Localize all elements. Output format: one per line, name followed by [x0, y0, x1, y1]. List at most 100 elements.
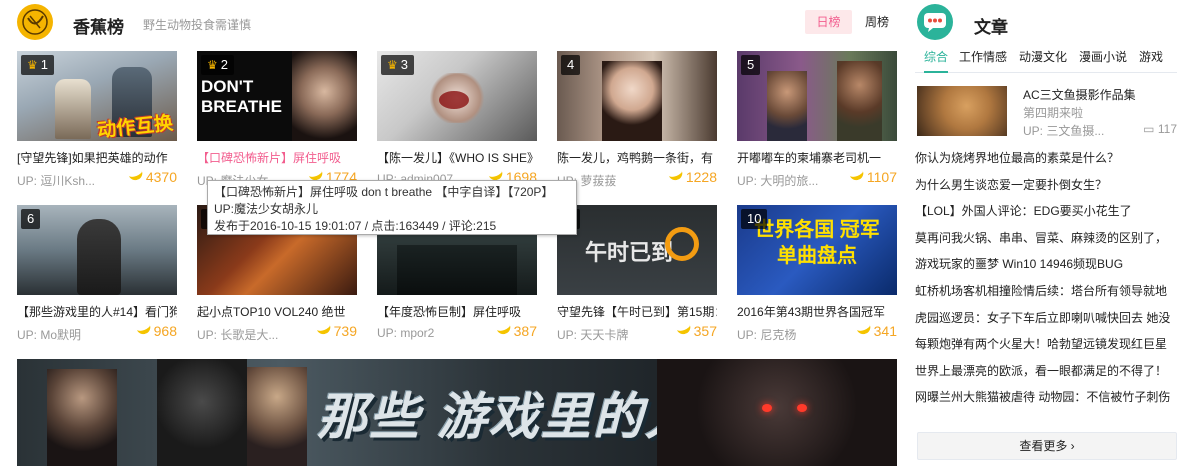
video-title[interactable]: [守望先锋]如果把英雄的动作: [17, 149, 177, 166]
list-item[interactable]: 为什么男生谈恋爱一定要扑倒女生？: [915, 177, 1177, 204]
video-card[interactable]: ♛ 3 【陈一发儿】《WHO IS SHE》 UP: admin007 1698: [377, 51, 537, 201]
banana-icon: [855, 321, 872, 337]
list-item[interactable]: 游戏玩家的噩梦 Win10 14946频现BUG: [915, 256, 1177, 283]
list-item[interactable]: 【LOL】外国人评论：EDG要买小花生了: [915, 203, 1177, 230]
rank-badge: 5: [741, 55, 761, 75]
red-eye-right: [797, 404, 807, 412]
list-item[interactable]: 你认为烧烤界地位最高的素菜是什么？: [915, 150, 1177, 177]
video-title[interactable]: 【年度恐怖巨制】屏住呼吸: [377, 303, 537, 320]
crown-icon: ♛: [387, 58, 398, 72]
list-item[interactable]: 虹桥机场客机相撞险情后续：塔台所有领导就地: [915, 283, 1177, 310]
list-item[interactable]: 世界上最漂亮的欧派，看一眼都满足的不得了！: [915, 363, 1177, 390]
video-uploader[interactable]: UP: 大明的旅...: [737, 172, 837, 189]
video-thumbnail[interactable]: [17, 205, 177, 295]
list-item[interactable]: 网曝兰州大熊猫被虐待 动物园：不信被竹子刺伤: [915, 389, 1177, 416]
video-card[interactable]: 午时已到 9 守望先锋【午时已到】第15期： UP: 天天卡牌 357: [557, 205, 717, 355]
video-title[interactable]: 开嘟嘟车的柬埔寨老司机一: [737, 149, 897, 166]
video-card[interactable]: 6 【那些游戏里的人#14】看门狗 UP: Mo默明 968: [17, 205, 177, 355]
video-title[interactable]: 守望先锋【午时已到】第15期：: [557, 303, 717, 320]
video-title[interactable]: 【陈一发儿】《WHO IS SHE》: [377, 149, 537, 166]
rank-badge: 6: [21, 209, 41, 229]
rank-badge: 10: [741, 209, 768, 229]
video-uploader[interactable]: UP: 尼克杨: [737, 326, 837, 343]
tab-general[interactable]: 综合: [924, 49, 949, 73]
tooltip-stats: 发布于2016-10-15 19:01:07 / 点击:163449 / 评论:…: [214, 219, 497, 233]
rank-badge: 4: [561, 55, 581, 75]
articles-header: 文章: [917, 4, 1177, 40]
banner-title: 那些 游戏里的人: [317, 389, 697, 445]
banana-icon: [127, 167, 145, 183]
video-uploader[interactable]: UP: mpor2: [377, 326, 477, 340]
featured-uploader[interactable]: UP: 三文鱼摄...: [1023, 122, 1104, 139]
articles-title: 文章: [974, 18, 1008, 37]
banana-count: 4370: [127, 167, 177, 185]
video-card[interactable]: 世界各国 冠军单曲盘点 10 2016年第43期世界各国冠军 UP: 尼克杨 3…: [737, 205, 897, 355]
video-title[interactable]: 【那些游戏里的人#14】看门狗: [17, 303, 177, 320]
ranking-header: 香蕉榜 野生动物投食需谨慎 日榜 周榜: [17, 4, 897, 40]
video-uploader[interactable]: UP: 天天卡牌: [557, 326, 657, 343]
tooltip-uploader: UP:魔法少女胡永儿: [214, 202, 319, 216]
banana-ranking-section: 香蕉榜 野生动物投食需谨慎 日榜 周榜 动作互换 ♛ 1 [守望先锋]如果把英雄的…: [0, 0, 900, 466]
video-title[interactable]: 【口碑恐怖新片】屏住呼吸: [197, 149, 357, 166]
view-more-button[interactable]: 查看更多 ›: [917, 432, 1177, 460]
video-card[interactable]: 4 陈一发儿，鸡鸭鹅一条街，有 UP: 萝菝菝 1228: [557, 51, 717, 201]
thumb-caption: 动作互换: [96, 113, 175, 141]
crown-icon: ♛: [207, 58, 218, 72]
banana-count: 739: [315, 321, 357, 339]
tooltip-title: 【口碑恐怖新片】屏住呼吸 don t breathe 【中字自译】【720P】: [214, 185, 554, 199]
video-card[interactable]: 5 开嘟嘟车的柬埔寨老司机一 UP: 大明的旅... 1107: [737, 51, 897, 201]
video-thumbnail[interactable]: 午时已到: [557, 205, 717, 295]
video-card[interactable]: 动作互换 ♛ 1 [守望先锋]如果把英雄的动作 UP: 逗川Ksh... 4370: [17, 51, 177, 201]
video-title[interactable]: 2016年第43期世界各国冠军: [737, 303, 897, 320]
banana-icon: [315, 321, 332, 337]
banana-icon: [667, 167, 685, 183]
featured-article[interactable]: AC三文鱼摄影作品集 第四期来啦 UP: 三文鱼摄... ▭ 117: [917, 86, 1177, 139]
comment-icon: ▭: [1143, 122, 1155, 136]
banana-count: 387: [495, 321, 537, 339]
video-uploader[interactable]: UP: 逗川Ksh...: [17, 172, 117, 189]
thumb-caption: DON'T BREATHE: [201, 77, 282, 116]
video-tooltip: 【口碑恐怖新片】屏住呼吸 don t breathe 【中字自译】【720P】 …: [207, 180, 577, 235]
video-uploader[interactable]: UP: Mo默明: [17, 326, 117, 343]
tab-comic-novel[interactable]: 漫画小说: [1079, 49, 1127, 73]
tab-weekly[interactable]: 周榜: [862, 10, 892, 34]
tab-games[interactable]: 游戏: [1139, 49, 1163, 73]
ranking-subtitle: 野生动物投食需谨慎: [143, 18, 252, 32]
banana-count: 1228: [667, 167, 717, 185]
banana-count: 968: [135, 321, 177, 339]
featured-comments: ▭ 117: [1143, 122, 1177, 136]
banana-count: 357: [675, 321, 717, 339]
list-item[interactable]: 每颗炮弹有两个火星大！哈勃望远镜发现红巨星: [915, 336, 1177, 363]
chat-bubble-icon: [917, 4, 953, 40]
banana-icon: [848, 167, 866, 183]
banana-icon: [675, 321, 692, 337]
chevron-right-icon: ›: [1070, 439, 1075, 453]
video-card[interactable]: DON'T BREATHE ♛2 【口碑恐怖新片】屏住呼吸 UP: 魔法少女..…: [197, 51, 357, 201]
video-uploader[interactable]: UP: 长歌是大...: [197, 326, 297, 343]
list-item[interactable]: 虎园巡逻员：女子下车后立即喇叭喊快回去 她没: [915, 310, 1177, 337]
video-title[interactable]: 起小点TOP10 VOL240 绝世: [197, 303, 357, 320]
articles-section: 文章 综合 工作情感 动漫文化 漫画小说 游戏 AC三文鱼摄影作品集 第四期来啦…: [915, 0, 1177, 466]
video-title[interactable]: 陈一发儿，鸡鸭鹅一条街，有: [557, 149, 717, 166]
thumb-caption: 世界各国 冠军单曲盘点: [754, 219, 880, 267]
overwatch-logo-icon: [665, 227, 699, 261]
rank-badge: ♛ 2: [201, 55, 234, 75]
banana-count: 341: [855, 321, 897, 339]
promo-banner[interactable]: 那些 游戏里的人: [17, 359, 897, 466]
video-thumbnail[interactable]: [557, 51, 717, 141]
banana-icon: [495, 321, 512, 337]
thumb-caption: 午时已到: [585, 240, 674, 265]
featured-subtitle: 第四期来啦: [1023, 106, 1084, 120]
tab-daily[interactable]: 日榜: [805, 10, 852, 34]
banana-icon: [135, 321, 152, 337]
banana-count: 1107: [848, 167, 897, 185]
banana-logo-icon: [17, 4, 53, 40]
rank-badge: ♛ 3: [381, 55, 414, 75]
rank-badge: ♛ 1: [21, 55, 54, 75]
video-thumbnail[interactable]: [737, 51, 897, 141]
tab-anime-culture[interactable]: 动漫文化: [1019, 49, 1067, 73]
list-item[interactable]: 莫再问我火锅、串串、冒菜、麻辣烫的区别了，: [915, 230, 1177, 257]
featured-title[interactable]: AC三文鱼摄影作品集: [1023, 86, 1136, 103]
tab-work-emotion[interactable]: 工作情感: [959, 49, 1007, 73]
featured-thumbnail[interactable]: [917, 86, 1007, 136]
